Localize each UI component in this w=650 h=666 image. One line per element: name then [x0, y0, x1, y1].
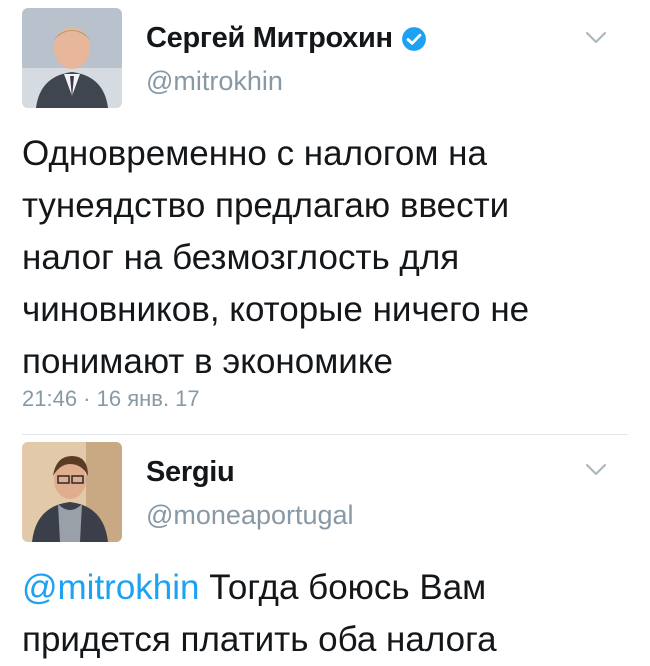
chevron-down-icon[interactable]: [584, 30, 608, 46]
handle[interactable]: @mitrokhin: [146, 66, 283, 97]
display-name[interactable]: Сергей Митрохин: [146, 22, 393, 55]
handle[interactable]: @moneaportugal: [146, 500, 354, 531]
timestamp[interactable]: 21:46 · 16 янв. 17: [22, 386, 200, 412]
divider: [22, 434, 628, 435]
tweet-text: @mitrokhin Тогда боюсь Вам придется плат…: [22, 562, 522, 666]
author-row: Sergiu: [146, 456, 235, 489]
verified-badge-icon: [401, 26, 426, 51]
person-avatar-icon: [22, 8, 122, 108]
avatar[interactable]: [22, 442, 122, 542]
display-name[interactable]: Sergiu: [146, 456, 235, 489]
tweet-main: Сергей Митрохин @mitrokhin Одновременно …: [0, 0, 650, 440]
avatar[interactable]: [22, 8, 122, 108]
person-avatar-icon: [22, 442, 122, 542]
mention-link[interactable]: @mitrokhin: [22, 568, 200, 607]
tweet-text: Одновременно с налогом на тунеядство пре…: [22, 134, 530, 381]
tweet-reply: Sergiu @moneaportugal @mitrokhin Тогда б…: [0, 436, 650, 664]
chevron-down-icon[interactable]: [584, 462, 608, 478]
author-row: Сергей Митрохин: [146, 22, 427, 55]
